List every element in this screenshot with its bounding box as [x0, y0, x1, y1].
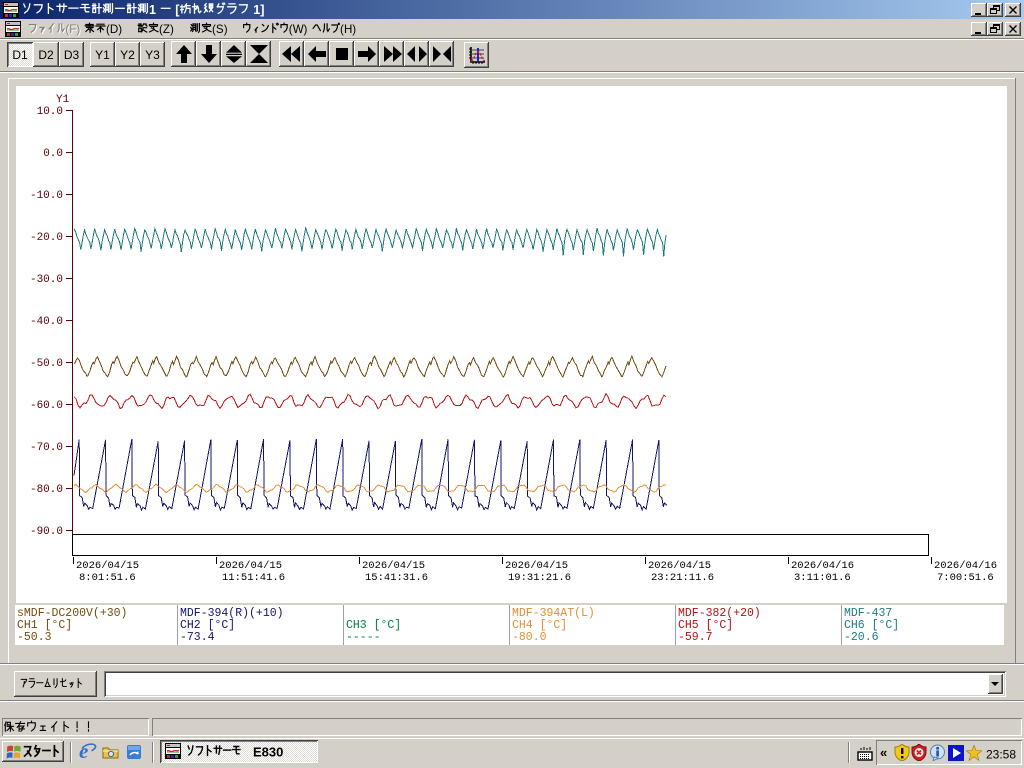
svg-text:-50.3: -50.3	[17, 631, 52, 644]
svg-text:): )	[224, 23, 228, 36]
svg-text:): )	[170, 23, 174, 36]
svg-text:): )	[118, 23, 122, 36]
svg-text:Z: Z	[163, 23, 170, 36]
svg-text:): )	[76, 23, 80, 36]
svg-text:1: 1	[149, 3, 156, 17]
svg-text:): )	[352, 23, 356, 36]
svg-text:-----: -----	[346, 631, 381, 644]
svg-text:«: «	[880, 745, 887, 760]
svg-text:-80.0: -80.0	[512, 631, 547, 644]
svg-text:23:58: 23:58	[986, 748, 1016, 762]
svg-text:1: 1	[253, 3, 260, 17]
svg-text:D: D	[110, 23, 118, 36]
svg-text:F: F	[69, 23, 76, 36]
svg-text:[: [	[175, 3, 180, 17]
svg-text:E830: E830	[253, 745, 283, 760]
svg-text:W: W	[293, 23, 304, 36]
svg-text:]: ]	[260, 3, 264, 17]
svg-text:): )	[304, 23, 308, 36]
svg-text:-73.4: -73.4	[180, 631, 215, 644]
svg-text:S: S	[216, 23, 224, 36]
svg-text:H: H	[344, 23, 352, 36]
svg-text:-20.6: -20.6	[844, 631, 879, 644]
svg-text:-59.7: -59.7	[678, 631, 713, 644]
